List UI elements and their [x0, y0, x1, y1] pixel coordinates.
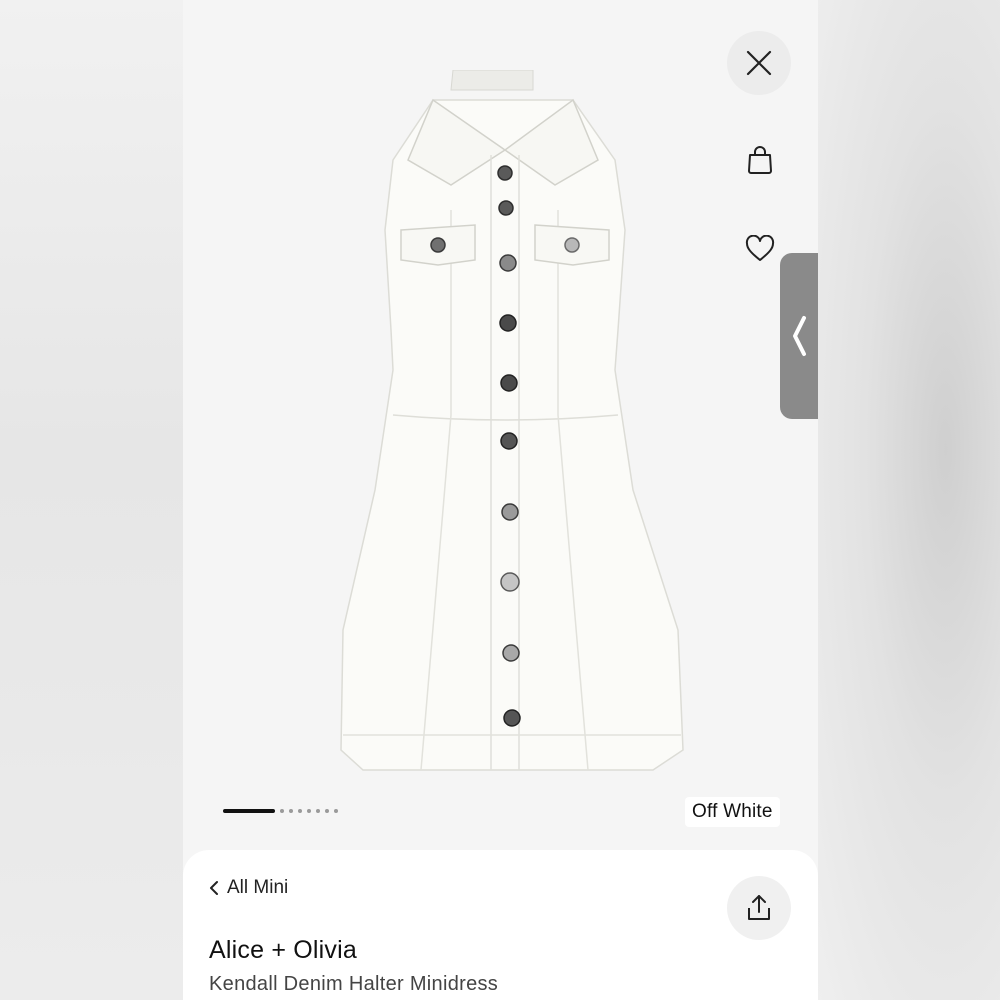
breadcrumb-label[interactable]: All Mini: [227, 877, 288, 899]
side-panel-handle[interactable]: [780, 253, 818, 419]
product-image: [340, 70, 684, 771]
product-details-sheet: All Mini Alice + Olivia Kendall Denim Ha…: [183, 850, 818, 1000]
product-title: Kendall Denim Halter Minidress: [209, 973, 499, 995]
heart-icon: [745, 235, 775, 261]
pager-dot[interactable]: [307, 809, 311, 813]
product-screen: Off White All Mini Alice + Olivia Kendal…: [183, 0, 818, 1000]
brand-name[interactable]: Alice + Olivia: [209, 936, 357, 965]
background-blur-right: [818, 0, 1000, 1000]
shopping-bag-button[interactable]: [740, 140, 780, 180]
chevron-left-icon: [793, 316, 806, 356]
pager-dot[interactable]: [316, 809, 320, 813]
share-button[interactable]: [727, 876, 791, 940]
close-icon: [746, 50, 772, 76]
shopping-bag-icon: [748, 146, 772, 174]
product-image-gallery[interactable]: Off White: [183, 0, 818, 850]
color-label: Off White: [685, 797, 780, 827]
pager-dot[interactable]: [289, 809, 293, 813]
favorite-button[interactable]: [740, 229, 780, 269]
pager-dot[interactable]: [298, 809, 302, 813]
pager-dot[interactable]: [325, 809, 329, 813]
close-button[interactable]: [727, 31, 791, 95]
share-icon: [748, 895, 770, 920]
pager-active-indicator[interactable]: [223, 809, 275, 813]
pager-dot[interactable]: [334, 809, 338, 813]
breadcrumb[interactable]: All Mini: [209, 877, 288, 899]
chevron-left-icon: [210, 881, 218, 895]
pager-dot[interactable]: [280, 809, 284, 813]
image-pager[interactable]: [223, 806, 338, 816]
background-blur-left: [0, 0, 183, 1000]
